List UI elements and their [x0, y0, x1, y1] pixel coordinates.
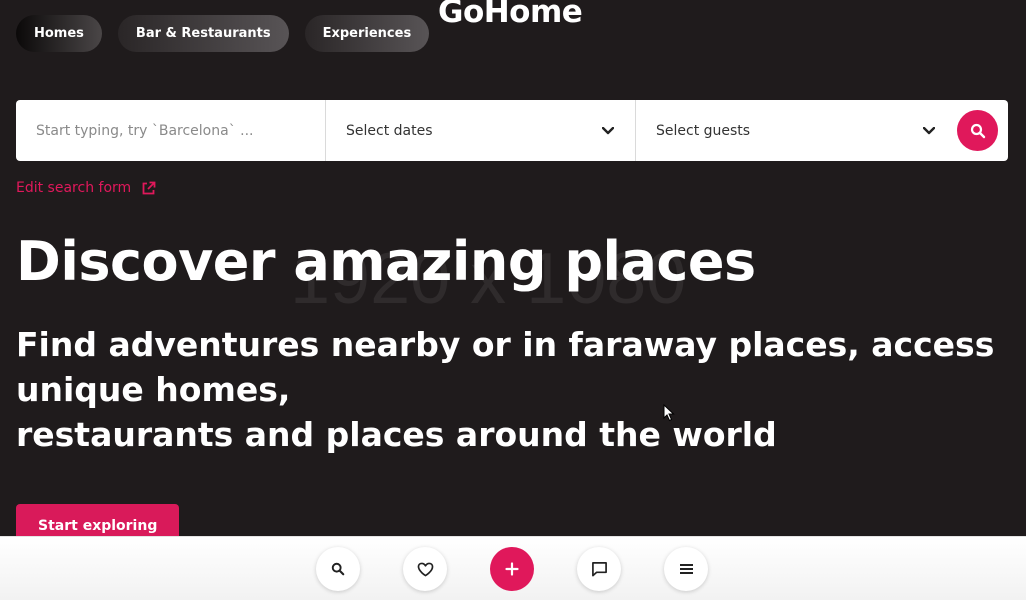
chevron-down-icon [601, 124, 615, 138]
nav-search-button[interactable] [316, 547, 360, 591]
search-bar: Select dates Select guests [16, 100, 1008, 161]
nav-messages-button[interactable] [577, 547, 621, 591]
tab-bar-restaurants[interactable]: Bar & Restaurants [117, 15, 289, 52]
search-icon [970, 123, 985, 138]
menu-icon [679, 564, 693, 574]
edit-search-label: Edit search form [16, 180, 132, 196]
chevron-down-icon [922, 124, 936, 138]
tab-experiences[interactable]: Experiences [304, 15, 430, 52]
dates-label: Select dates [346, 122, 433, 139]
nav-favorites-button[interactable] [403, 547, 447, 591]
mouse-cursor-icon [663, 403, 675, 426]
heart-icon [417, 562, 433, 576]
nav-add-button[interactable] [490, 547, 534, 591]
external-link-icon [142, 181, 156, 194]
search-icon [331, 562, 345, 576]
bottom-nav [0, 536, 1026, 600]
hero-subtitle-line: restaurants and places around the world [16, 415, 777, 454]
tab-homes[interactable]: Homes [16, 15, 102, 52]
location-field [16, 100, 326, 161]
hero-subtitle: Find adventures nearby or in faraway pla… [16, 322, 1006, 457]
dates-select[interactable]: Select dates [326, 100, 636, 161]
hero-subtitle-line: unique homes, [16, 370, 291, 409]
search-button[interactable] [957, 110, 998, 151]
category-tabs: Homes Bar & Restaurants Experiences [16, 15, 430, 52]
guests-select[interactable]: Select guests [636, 100, 956, 161]
brand-logo[interactable]: GoHome [438, 0, 583, 30]
hero-title: Discover amazing places [16, 230, 756, 293]
page: Homes Bar & Restaurants Experiences GoHo… [0, 0, 1026, 600]
hero-subtitle-line: Find adventures nearby or in faraway pla… [16, 325, 995, 364]
edit-search-link[interactable]: Edit search form [16, 180, 156, 196]
plus-icon [505, 562, 519, 576]
location-input[interactable] [36, 122, 305, 139]
nav-menu-button[interactable] [664, 547, 708, 591]
guests-label: Select guests [656, 122, 751, 139]
chat-icon [591, 562, 607, 577]
